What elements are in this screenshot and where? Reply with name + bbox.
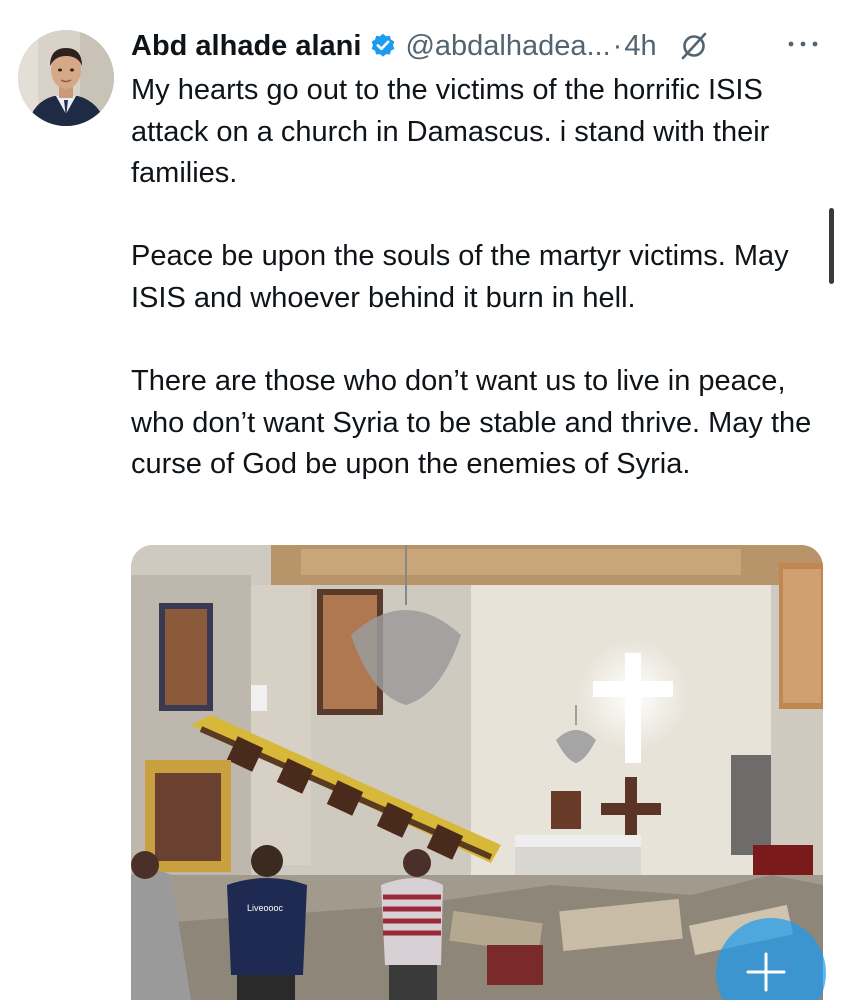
avatar[interactable] <box>18 30 114 126</box>
separator-dot: · <box>612 29 623 62</box>
grok-icon[interactable] <box>679 31 709 61</box>
tweet-header: Abd alhade alani @abdalhadea... · 4h <box>131 26 821 66</box>
author-handle[interactable]: @abdalhadea... <box>405 30 610 63</box>
timestamp[interactable]: 4h <box>624 30 656 63</box>
compose-button[interactable] <box>716 918 826 1000</box>
tweet-paragraph: My hearts go out to the victims of the h… <box>131 74 770 190</box>
tweet-paragraph: There are those who don’t want us to liv… <box>131 365 812 481</box>
compose-plus-icon <box>746 952 786 992</box>
scrollbar[interactable] <box>829 208 834 284</box>
avatar-image <box>18 30 114 126</box>
tweet-paragraph: Peace be upon the souls of the martyr vi… <box>131 240 789 314</box>
tweet[interactable]: Abd alhade alani @abdalhadea... · 4h My <box>0 0 841 1000</box>
more-options-icon[interactable] <box>785 34 821 54</box>
shirt-text: Liveoooc <box>247 903 284 913</box>
tweet-text: My hearts go out to the victims of the h… <box>131 70 821 528</box>
verified-badge-icon <box>369 32 397 60</box>
author-name[interactable]: Abd alhade alani <box>131 30 361 63</box>
